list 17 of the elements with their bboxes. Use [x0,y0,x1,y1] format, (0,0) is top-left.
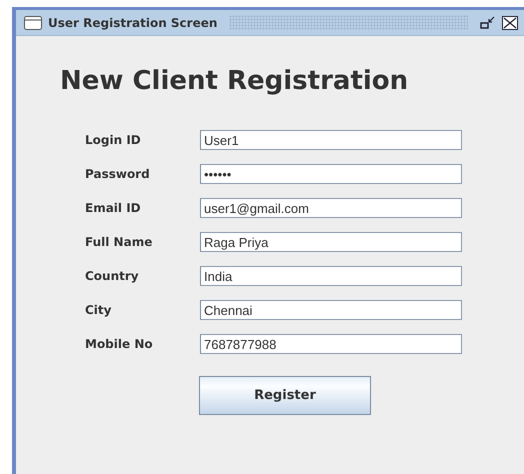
input-field[interactable]: Raga Priya [200,232,462,252]
field-label: Password [85,167,151,181]
input-field[interactable]: User1 [200,130,462,150]
field-label: Login ID [85,133,142,147]
field-label: Country [85,269,140,283]
input-field[interactable]: Chennai [200,300,462,320]
form-heading: New Client Registration [60,66,410,96]
field-label: Mobile No [85,337,154,351]
input-field[interactable]: •••••• [200,164,462,184]
field-label: Email ID [85,201,142,215]
field-label: City [85,303,112,317]
input-field[interactable]: India [200,266,462,286]
window-title: User Registration Screen [48,16,218,30]
register-button[interactable]: Register [199,376,371,415]
input-field[interactable]: user1@gmail.com [200,198,462,218]
input-field[interactable]: 7687877988 [200,334,462,354]
field-label: Full Name [85,235,154,249]
